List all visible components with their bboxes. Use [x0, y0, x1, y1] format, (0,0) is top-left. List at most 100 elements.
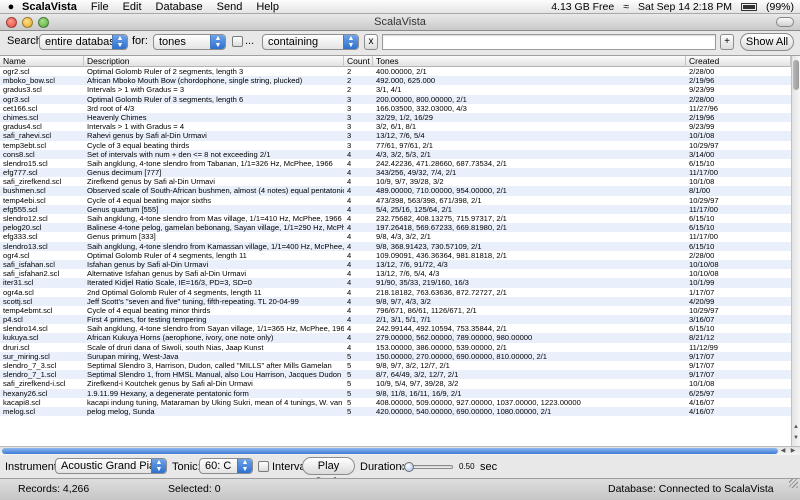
play-scale-button[interactable]: Play Scale [302, 457, 355, 488]
column-header-count[interactable]: Count [344, 56, 373, 67]
table-row[interactable]: ogr4a.scl 2nd Optimal Golomb Ruler of 4 s… [0, 288, 791, 297]
table-row[interactable]: efg555.scl Genus quartum [555] 4 5/4, 25/16… [0, 204, 791, 214]
table-row[interactable]: scottj.scl Jeff Scott's "seven and five" … [0, 296, 791, 306]
cell-tones: 166.03500, 332.03000, 4/3 [376, 103, 467, 113]
scroll-right-icon[interactable]: ▶ [789, 447, 797, 455]
cell-tones: 13/12, 7/6, 5/4 [376, 131, 425, 141]
cell-count: 4 [347, 324, 352, 334]
scroll-left-icon[interactable]: ◀ [779, 447, 787, 455]
table-row[interactable]: kacapi8.scl kacapi indung tuning, Mataram… [0, 398, 791, 407]
instrument-select[interactable]: Acoustic Grand Piano ▲ ▼ [55, 458, 167, 474]
table-row[interactable]: slendro12.scl Saih angklung, 4-tone slend… [0, 214, 791, 223]
table-row[interactable]: slendro13.scl Saih angklung, 4-tone slend… [0, 241, 791, 251]
minimize-window-button[interactable] [22, 17, 33, 28]
duration-slider-knob[interactable] [403, 462, 414, 472]
table-row[interactable]: melog.scl pelog melog, Sunda 5 420.00000, 5… [0, 406, 791, 417]
tonic-select[interactable]: 60: C ▲ ▼ [199, 458, 253, 474]
add-criteria-button[interactable]: + [720, 34, 734, 50]
vertical-scroll-thumb[interactable] [793, 60, 799, 90]
zoom-window-button[interactable] [38, 17, 49, 28]
resize-grip-icon[interactable] [789, 479, 798, 488]
search-input[interactable] [382, 34, 716, 50]
column-header-created[interactable]: Created [686, 56, 791, 67]
search-scope-select[interactable]: entire database ▲ ▼ [39, 34, 128, 50]
table-row[interactable]: chimes.scl Heavenly Chimes 3 32/29, 1/2, 16… [0, 112, 791, 123]
cell-description: Optimal Golomb Ruler of 3 segments, leng… [87, 94, 244, 104]
table-row[interactable]: safi_zirefkend-i.scl Zirefkend-i Koutchek… [0, 379, 791, 388]
column-header-name[interactable]: Name [0, 56, 84, 67]
table-row[interactable]: gradus3.scl Intervals > 1 with Gradus = 3… [0, 85, 791, 94]
table-row[interactable]: pelog20.scl Balinese 4-tone pelog, gamela… [0, 223, 791, 233]
column-header-description[interactable]: Description [84, 56, 344, 67]
cell-count: 5 [347, 351, 352, 361]
apple-icon[interactable]: ● [0, 1, 22, 13]
cell-created: 11/17/00 [689, 168, 718, 178]
menu-help[interactable]: Help [256, 1, 279, 13]
table-row[interactable]: safi_isfahan2.scl Alternative Isfahan gen… [0, 269, 791, 278]
table-row[interactable]: ogr2.scl Optimal Golomb Ruler of 2 segmen… [0, 67, 791, 76]
table-row[interactable]: bushmen.scl Observed scale of South-Afric… [0, 186, 791, 196]
search-match-select[interactable]: containing ▲ ▼ [262, 34, 359, 50]
table-row[interactable]: safi_isfahan.scl Isfahan genus by Safi al… [0, 259, 791, 270]
table-row[interactable]: gradus4.scl Intervals > 1 with Gradus = 4… [0, 122, 791, 131]
table-row[interactable]: cons8.scl Set of intervals with num + den… [0, 149, 791, 159]
table-row[interactable]: druri.scl Scale of druri dana of Siwoli, … [0, 343, 791, 352]
table-row[interactable]: slendro_7_3.scl Septimal Slendro 3, Harri… [0, 361, 791, 370]
menu-app-name[interactable]: ScalaVista [22, 1, 77, 13]
table-row[interactable]: p4.scl First 4 primes, for testing temper… [0, 315, 791, 325]
horizontal-scroll-thumb[interactable] [2, 448, 778, 454]
table-row[interactable]: ogr4.scl Optimal Golomb Ruler of 4 segmen… [0, 251, 791, 260]
wifi-icon[interactable]: ≈ [623, 1, 629, 13]
vertical-scrollbar[interactable]: ▲ ▼ [791, 56, 800, 446]
scroll-up-icon[interactable]: ▲ [792, 423, 800, 431]
table-row[interactable]: ogr3.scl Optimal Golomb Ruler of 3 segmen… [0, 94, 791, 104]
table-body: ogr2.scl Optimal Golomb Ruler of 2 segmen… [0, 67, 791, 417]
menu-file[interactable]: File [91, 1, 109, 13]
cell-tones: 4/3, 3/2, 5/3, 2/1 [376, 149, 431, 159]
table-row[interactable]: efg333.scl Genus primum [333] 4 9/8, 4/3, 3… [0, 232, 791, 241]
search-option-checkbox[interactable] [232, 36, 243, 47]
cell-description: 2nd Optimal Golomb Ruler of 4 segments, … [87, 287, 262, 297]
table-row[interactable]: slendro_7_1.scl Septimal Slendro 1, from … [0, 370, 791, 380]
datetime-status[interactable]: Sat Sep 14 2:18 PM [638, 1, 732, 13]
table-row[interactable]: efg777.scl Genus decimum [777] 4 343/256, 4… [0, 168, 791, 178]
menu-database[interactable]: Database [156, 1, 203, 13]
table-row[interactable]: kukuya.scl African Kukuya Horns (aerophon… [0, 333, 791, 343]
cell-name: iter31.scl [3, 278, 34, 288]
cell-tones: 489.00000, 710.00000, 954.00000, 2/1 [376, 186, 507, 196]
scroll-down-icon[interactable]: ▼ [792, 434, 800, 442]
cell-tones: 492.000, 625.000 [376, 76, 436, 86]
table-row[interactable]: iter31.scl Iterated Kidjel Ratio Scale, I… [0, 278, 791, 288]
show-all-button[interactable]: Show All [740, 33, 794, 51]
cell-created: 10/10/08 [689, 269, 719, 279]
table-row[interactable]: slendro14.scl Saih angklung, 4-tone slend… [0, 324, 791, 333]
table-row[interactable]: temp4ebmt.scl Cycle of 4 equal beating mi… [0, 306, 791, 315]
cell-description: Intervals > 1 with Gradus = 4 [87, 122, 185, 132]
battery-icon[interactable] [740, 2, 757, 11]
intervals-checkbox[interactable] [258, 461, 269, 472]
table-row[interactable]: safi_zirefkend.scl Zirefkend genus by Saf… [0, 177, 791, 186]
table-row[interactable]: slendro15.scl Saih angklung, 4-tone slend… [0, 159, 791, 168]
cell-description: African Mboko Mouth Bow (chordophone, si… [87, 76, 303, 86]
close-window-button[interactable] [6, 17, 17, 28]
cell-created: 11/17/00 [689, 204, 718, 214]
cell-count: 4 [347, 232, 352, 242]
cell-count: 4 [347, 241, 352, 251]
table-row[interactable]: safi_rahevi.scl Rahevi genus by Safi al-D… [0, 131, 791, 141]
table-row[interactable]: mboko_bow.scl African Mboko Mouth Bow (ch… [0, 76, 791, 86]
cell-tones: 9/8, 9/7, 3/2, 12/7, 2/1 [376, 361, 450, 370]
cell-description: Septimal Slendro 1, from HMSL Manual, al… [87, 370, 342, 380]
table-row[interactable]: sur_miring.scl Surupan miring, West-Java 5… [0, 351, 791, 361]
horizontal-scrollbar[interactable]: ◀ ▶ [0, 446, 800, 455]
table-row[interactable]: hexany26.scl 1.9.11.99 Hexany, a degenera… [0, 388, 791, 398]
cell-created: 6/15/10 [689, 223, 715, 233]
clear-search-button[interactable]: x [364, 34, 378, 50]
table-row[interactable]: temp3ebt.scl Cycle of 3 equal beating thi… [0, 141, 791, 150]
search-field-select[interactable]: tones ▲ ▼ [153, 34, 226, 50]
toolbar-toggle-button[interactable] [776, 17, 794, 27]
table-row[interactable]: temp4ebi.scl Cycle of 4 equal beating maj… [0, 196, 791, 205]
menu-send[interactable]: Send [217, 1, 243, 13]
table-row[interactable]: cet166.scl 3rd root of 4/3 3 166.03500, 332… [0, 104, 791, 113]
menu-edit[interactable]: Edit [123, 1, 142, 13]
column-header-tones[interactable]: Tones [373, 56, 686, 67]
